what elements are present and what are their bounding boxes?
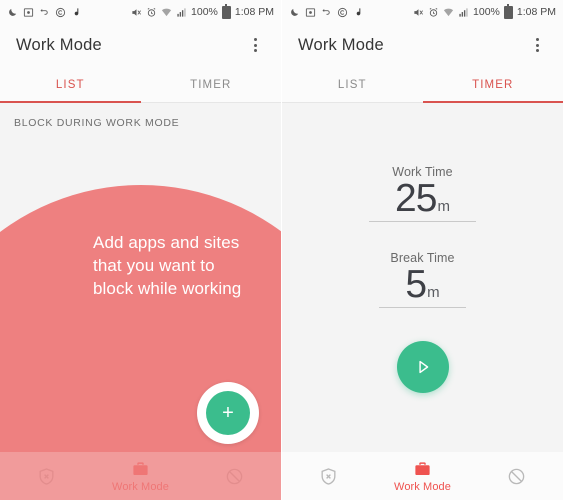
nav-item-shield[interactable]: [282, 467, 376, 486]
battery-percent-label: 100%: [191, 6, 218, 18]
music-app-icon: [353, 7, 364, 18]
briefcase-icon: [133, 461, 148, 475]
mute-icon: [413, 7, 424, 18]
dual-screenshot-container: 100% 1:08 PM Work Mode LIST TIMER BLOCK …: [0, 0, 563, 500]
break-time-unit: m: [427, 284, 440, 301]
screenshot-icon: [305, 7, 316, 18]
screenshot-icon: [23, 7, 34, 18]
break-time-value: 5: [405, 263, 427, 306]
nav-item-block[interactable]: [187, 467, 281, 486]
status-bar-right-icons: 100% 1:08 PM: [413, 4, 556, 19]
section-header-label: BLOCK DURING WORK MODE: [14, 117, 180, 129]
status-bar-left-icons: [7, 7, 82, 18]
tab-timer[interactable]: TIMER: [141, 66, 282, 103]
tab-timer[interactable]: TIMER: [423, 66, 563, 103]
sync-icon: [39, 7, 50, 18]
signal-icon: [176, 7, 187, 18]
add-app-fab[interactable]: +: [197, 382, 259, 444]
mute-icon: [131, 7, 142, 18]
app-bar: Work Mode: [0, 24, 281, 66]
phone-screen-list: 100% 1:08 PM Work Mode LIST TIMER BLOCK …: [0, 0, 281, 500]
status-bar: 100% 1:08 PM: [0, 0, 281, 24]
nav-item-work-mode[interactable]: Work Mode: [94, 460, 188, 493]
start-timer-button[interactable]: [396, 341, 449, 393]
kebab-menu-icon[interactable]: [245, 35, 265, 55]
empty-state-message: Add apps and sites that you want to bloc…: [93, 233, 242, 298]
nav-item-shield[interactable]: [0, 467, 94, 486]
work-time-value: 25: [395, 177, 437, 220]
bottom-navigation-timer: Work Mode: [282, 452, 563, 500]
tab-bar: LIST TIMER: [0, 66, 281, 103]
battery-icon: [221, 4, 231, 19]
break-time-group: Break Time 5 m: [282, 251, 563, 309]
phone-screen-timer: 100% 1:08 PM Work Mode LIST TIMER Work T…: [282, 0, 563, 500]
work-time-group: Work Time 25 m: [282, 165, 563, 223]
status-bar-left-icons: [289, 7, 364, 18]
tab-list[interactable]: LIST: [282, 66, 423, 103]
work-time-unit: m: [437, 198, 450, 215]
play-icon: [418, 360, 428, 374]
timer-content: Work Time 25 m Break Time 5 m: [282, 103, 563, 452]
alarm-icon: [428, 7, 439, 18]
bottom-navigation-list: Work Mode: [0, 452, 281, 500]
plus-icon: +: [206, 391, 250, 435]
kebab-menu-icon[interactable]: [527, 35, 547, 55]
status-bar-right-icons: 100% 1:08 PM: [131, 4, 274, 19]
sync-icon: [321, 7, 332, 18]
copyright-app-icon: [55, 7, 66, 18]
battery-percent-label: 100%: [473, 6, 500, 18]
nav-item-work-mode[interactable]: Work Mode: [376, 460, 470, 493]
block-circle-slash-icon: [508, 468, 524, 484]
clock-label: 1:08 PM: [234, 6, 274, 18]
nav-label-work-mode: Work Mode: [394, 480, 451, 493]
battery-icon: [503, 4, 513, 19]
app-bar: Work Mode: [282, 24, 563, 66]
tab-bar: LIST TIMER: [282, 66, 563, 103]
wifi-icon: [443, 7, 454, 18]
nav-item-block[interactable]: [469, 467, 563, 486]
nav-label-work-mode: Work Mode: [112, 480, 169, 493]
status-bar: 100% 1:08 PM: [282, 0, 563, 24]
shield-x-icon: [39, 467, 54, 485]
music-app-icon: [71, 7, 82, 18]
block-circle-slash-icon: [226, 468, 242, 484]
signal-icon: [458, 7, 469, 18]
wifi-icon: [161, 7, 172, 18]
work-time-stepper[interactable]: 25 m: [369, 177, 476, 223]
shield-x-icon: [321, 467, 336, 485]
page-title: Work Mode: [16, 35, 102, 54]
break-time-stepper[interactable]: 5 m: [379, 263, 466, 309]
clock-label: 1:08 PM: [516, 6, 556, 18]
list-content: BLOCK DURING WORK MODE Add apps and site…: [0, 103, 281, 500]
tab-list[interactable]: LIST: [0, 66, 141, 103]
do-not-disturb-moon-icon: [289, 7, 300, 18]
briefcase-icon: [415, 461, 430, 475]
page-title: Work Mode: [298, 35, 384, 54]
do-not-disturb-moon-icon: [7, 7, 18, 18]
alarm-icon: [146, 7, 157, 18]
copyright-app-icon: [337, 7, 348, 18]
